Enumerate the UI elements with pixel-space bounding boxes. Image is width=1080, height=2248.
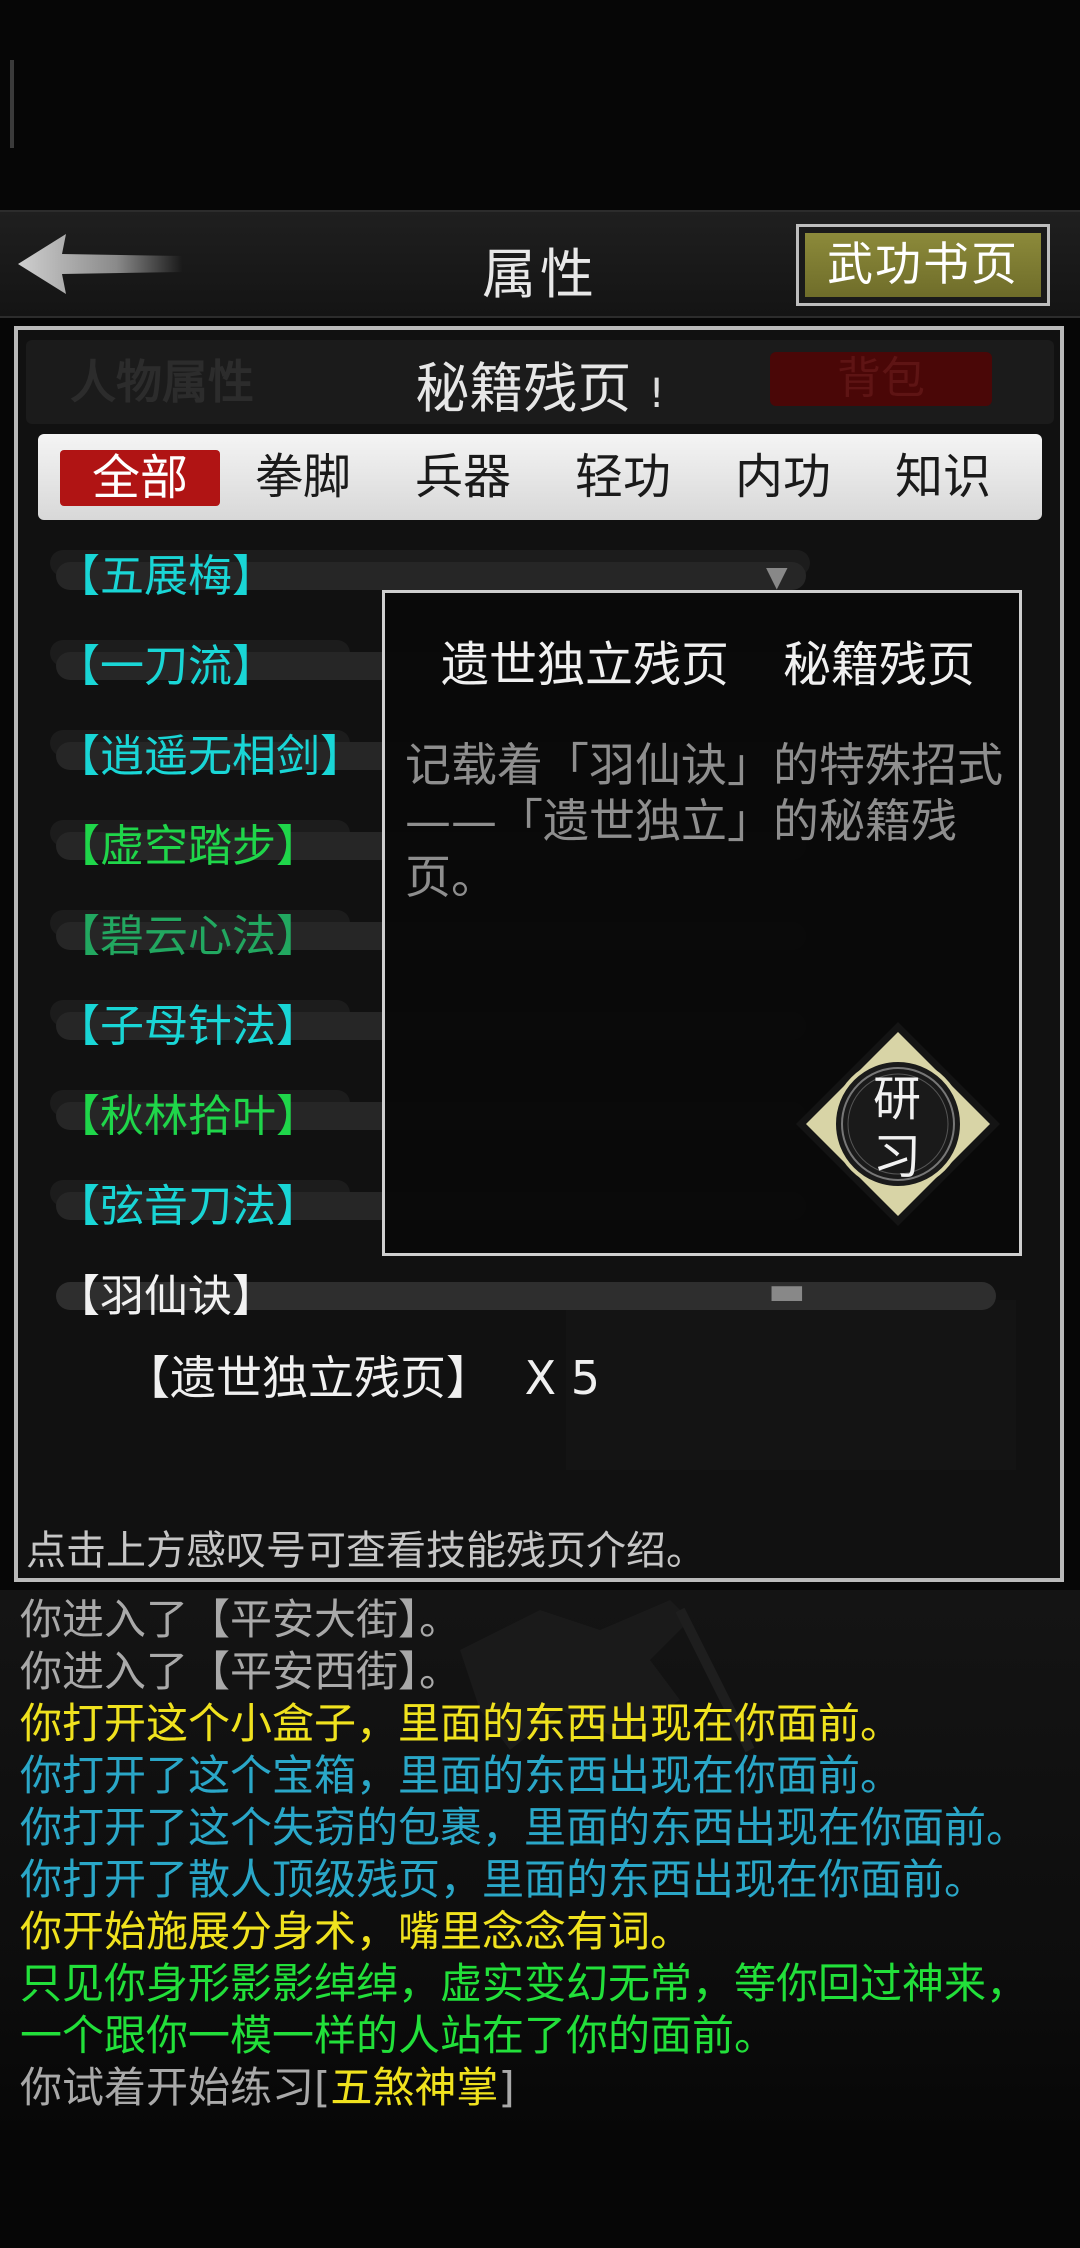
info-alert-icon[interactable]: ! (649, 371, 665, 417)
skill-label: 【逍遥无相剑】 (56, 731, 364, 782)
skill-item-wuzhanmei[interactable]: 【五展梅】 ▼ (56, 540, 806, 604)
fragment-item[interactable]: 【遗世独立残页】 X 5 (124, 1342, 600, 1408)
tab-bag[interactable]: 背包 (770, 352, 992, 406)
log-line: 一个跟你一模一样的人站在了你的面前。 (20, 2011, 777, 2060)
log-line: 你开始施展分身术，嘴里念念有词。 (20, 1907, 693, 1956)
expanded-dash-icon: ▬ (768, 1268, 806, 1314)
skill-item-xianyin[interactable]: 【弦音刀法】 (56, 1170, 806, 1234)
filter-weapon[interactable]: 兵器 (398, 434, 528, 520)
text-cursor (10, 60, 14, 148)
study-button[interactable]: 研习 (792, 1018, 1004, 1230)
skill-label: 【虚空踏步】 (56, 821, 320, 872)
skill-item-xukong[interactable]: 【虚空踏步】 (56, 810, 806, 874)
skill-item-xiaoyao[interactable]: 【逍遥无相剑】 (56, 720, 806, 784)
log-line: 你打开了这个失窃的包裹，里面的东西出现在你面前。 (20, 1803, 1029, 1852)
popup-item-type: 秘籍残页 (782, 637, 975, 693)
filter-inner[interactable]: 内功 (718, 434, 848, 520)
skill-item-qiulin[interactable]: 【秋林拾叶】 (56, 1080, 806, 1144)
log-prefix: 你试着开始练习[ (20, 2063, 331, 2112)
popup-description: 记载着「羽仙诀」的特殊招式——「遗世独立」的秘籍残页。 (405, 738, 1003, 904)
popup-title: 遗世独立残页 (441, 637, 730, 693)
filter-lightness[interactable]: 轻功 (558, 434, 688, 520)
log-line: 你打开了散人顶级残页，里面的东西出现在你面前。 (20, 1855, 987, 1904)
skill-label: 【碧云心法】 (56, 911, 320, 962)
log-line-last: 你试着开始练习[五煞神掌] (20, 2062, 515, 2114)
martial-manual-button[interactable]: 武功书页 (796, 224, 1050, 306)
log-line: 你进入了【平安西街】。 (20, 1647, 462, 1696)
log-skill-name: 五煞神掌 (330, 2063, 499, 2112)
collapse-arrow-icon: ▼ (766, 560, 788, 593)
skill-item-yuxian[interactable]: 【羽仙诀】 ▬ (56, 1260, 996, 1324)
study-button-label: 研习 (872, 1071, 923, 1185)
log-line: 只见你身形影影绰绰，虚实变幻无常，等你回过神来， (20, 1959, 1029, 2008)
log-line: 你进入了【平安大街】。 (20, 1595, 462, 1644)
skill-label: 【羽仙诀】 (56, 1271, 276, 1322)
log-line: 你打开了这个宝箱，里面的东西出现在你面前。 (20, 1751, 903, 1800)
header-bar: 属性 武功书页 (0, 210, 1080, 318)
tab-fragments-label: 秘籍残页 (415, 357, 632, 420)
skill-label: 【一刀流】 (56, 641, 276, 692)
skill-label: 【子母针法】 (56, 1001, 320, 1052)
martial-manual-label: 武功书页 (805, 233, 1041, 297)
skill-item-yidaoliu[interactable]: 【一刀流】 (56, 630, 806, 694)
fragment-quantity: X 5 (524, 1351, 601, 1405)
filter-knowledge[interactable]: 知识 (878, 434, 1008, 520)
fragment-name: 【遗世独立残页】 (124, 1351, 492, 1405)
log-line: 你打开这个小盒子，里面的东西出现在你面前。 (20, 1699, 903, 1748)
background-panel (566, 1300, 1016, 1470)
filter-all[interactable]: 全部 (60, 450, 220, 506)
skill-label: 【秋林拾叶】 (56, 1091, 320, 1142)
skill-item-biyun[interactable]: 【碧云心法】 (56, 900, 806, 964)
skill-item-zimu[interactable]: 【子母针法】 (56, 990, 806, 1054)
log-suffix: ] (498, 2063, 515, 2112)
filter-fist[interactable]: 拳脚 (238, 434, 368, 520)
category-filter-bar: 全部 拳脚 兵器 轻功 内功 知识 (38, 434, 1042, 520)
hint-text: 点击上方感叹号可查看技能残页介绍。 (26, 1528, 706, 1574)
skill-label: 【弦音刀法】 (56, 1181, 320, 1232)
skill-label: 【五展梅】 (56, 551, 276, 602)
